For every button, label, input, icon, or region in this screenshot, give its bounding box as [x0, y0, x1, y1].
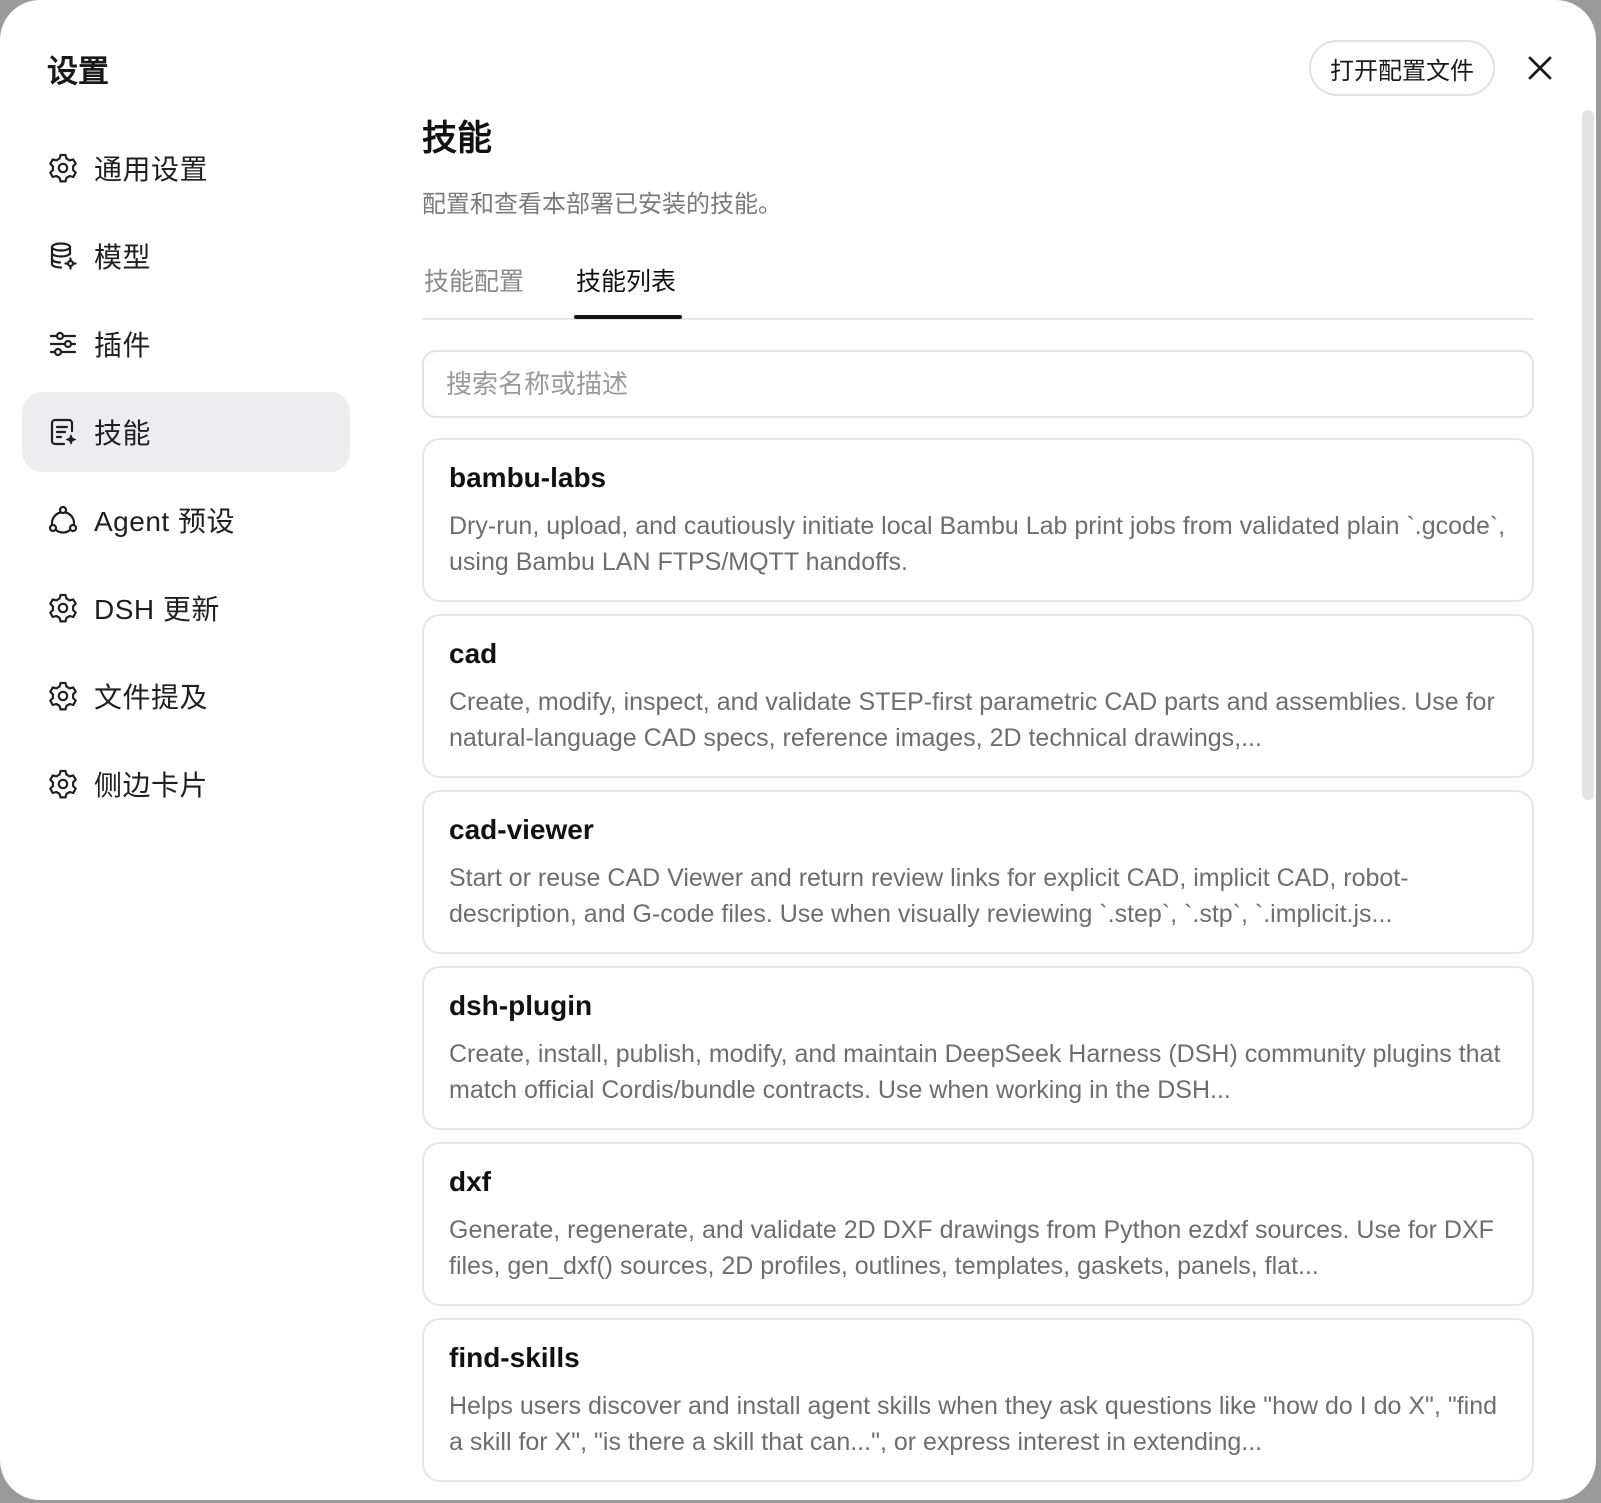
- sidebar-item-label: 技能: [94, 418, 152, 449]
- skill-name: cad: [449, 638, 498, 669]
- tab-skill-config[interactable]: 技能配置: [424, 262, 524, 298]
- sidebar-item-label: 模型: [94, 242, 152, 273]
- skill-name: cad-viewer: [449, 814, 594, 845]
- skill-card[interactable]: dsh-plugin Create, install, publish, mod…: [422, 966, 1534, 1130]
- gear-icon: [46, 767, 80, 801]
- sidebar-item-dsh-update[interactable]: DSH 更新: [22, 568, 350, 648]
- sidebar-item-label: Agent 预设: [94, 506, 235, 537]
- sidebar-item-label: 侧边卡片: [94, 770, 209, 801]
- skill-name: dxf: [449, 1166, 491, 1197]
- sidebar-item-label: DSH 更新: [94, 594, 220, 625]
- page-subtitle: 配置和查看本部署已安装的技能。: [422, 191, 782, 218]
- skill-description: Create, modify, inspect, and validate ST…: [449, 688, 1495, 752]
- skill-list: bambu-labs Dry-run, upload, and cautious…: [422, 438, 1534, 1494]
- sidebar-item-file-mentions[interactable]: 文件提及: [22, 656, 350, 736]
- sliders-icon: [46, 327, 80, 361]
- skill-card[interactable]: find-skills Helps users discover and ins…: [422, 1318, 1534, 1482]
- skill-name: bambu-labs: [449, 462, 607, 493]
- sidebar-nav: 通用设置 模型 插件 技能 Agent 预设 DSH 更新 文件提及 侧边卡片: [22, 128, 350, 832]
- sidebar: 设置 通用设置 模型 插件 技能 Agent 预设 DSH 更新 文件提及 侧边…: [0, 0, 370, 1500]
- tab-bar: 技能配置 技能列表: [422, 252, 1534, 320]
- sidebar-item-side-cards[interactable]: 侧边卡片: [22, 744, 350, 824]
- skill-description: Start or reuse CAD Viewer and return rev…: [449, 864, 1409, 928]
- sidebar-item-agent-presets[interactable]: Agent 预设: [22, 480, 350, 560]
- search-input[interactable]: [422, 350, 1534, 418]
- active-tab-indicator: [574, 315, 682, 319]
- sidebar-item-label: 文件提及: [94, 682, 209, 713]
- skill-name: dsh-plugin: [449, 990, 593, 1021]
- page-title: 技能: [422, 119, 493, 158]
- sidebar-item-plugins[interactable]: 插件: [22, 304, 350, 384]
- skill-description: Dry-run, upload, and cautiously initiate…: [449, 512, 1506, 576]
- scrollbar-thumb[interactable]: [1582, 110, 1594, 800]
- sidebar-item-label: 通用设置: [94, 154, 209, 185]
- gear-icon: [46, 151, 80, 185]
- app-title: 设置: [47, 54, 109, 89]
- main-content: 技能 配置和查看本部署已安装的技能。 技能配置 技能列表 bambu-labs …: [422, 0, 1534, 1500]
- skill-card[interactable]: cad Create, modify, inspect, and validat…: [422, 614, 1534, 778]
- gear-icon: [46, 679, 80, 713]
- tab-skill-list[interactable]: 技能列表: [576, 262, 676, 298]
- sidebar-item-label: 插件: [94, 330, 152, 361]
- sidebar-item-skills[interactable]: 技能: [22, 392, 350, 472]
- skill-description: Create, install, publish, modify, and ma…: [449, 1040, 1501, 1104]
- skill-name: find-skills: [449, 1342, 580, 1373]
- agent-network-icon: [46, 503, 80, 537]
- skill-card[interactable]: cad-viewer Start or reuse CAD Viewer and…: [422, 790, 1534, 954]
- gear-icon: [46, 591, 80, 625]
- settings-window: 设置 通用设置 模型 插件 技能 Agent 预设 DSH 更新 文件提及 侧边…: [0, 0, 1596, 1500]
- sidebar-item-models[interactable]: 模型: [22, 216, 350, 296]
- skill-card[interactable]: bambu-labs Dry-run, upload, and cautious…: [422, 438, 1534, 602]
- skill-card[interactable]: dxf Generate, regenerate, and validate 2…: [422, 1142, 1534, 1306]
- skill-description: Generate, regenerate, and validate 2D DX…: [449, 1216, 1494, 1280]
- skill-description: Helps users discover and install agent s…: [449, 1392, 1497, 1456]
- database-gear-icon: [46, 239, 80, 273]
- document-sparkle-icon: [46, 415, 80, 449]
- sidebar-item-general[interactable]: 通用设置: [22, 128, 350, 208]
